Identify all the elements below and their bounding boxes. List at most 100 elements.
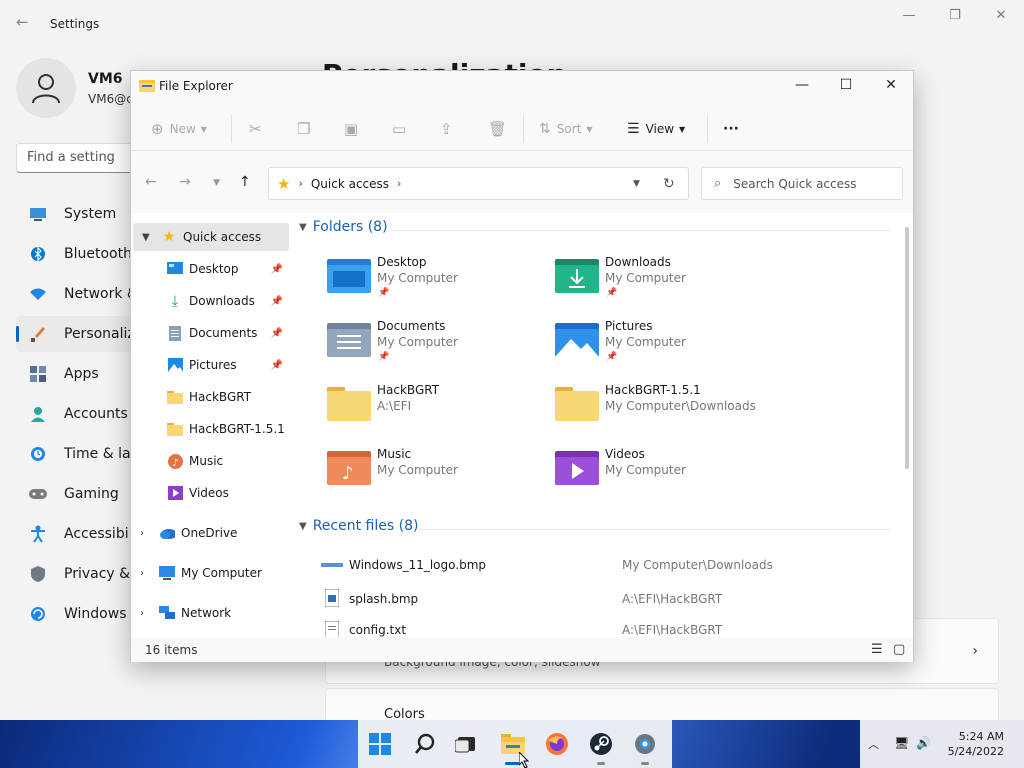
- nav-label: Accounts: [64, 406, 128, 422]
- tree-item-network[interactable]: › Network: [131, 599, 287, 627]
- share-button[interactable]: ⇪: [440, 119, 453, 139]
- recent-section-header[interactable]: ▼ Recent files (8): [299, 518, 418, 534]
- download-icon: ⤓: [171, 292, 179, 310]
- tree-item-downloads[interactable]: ⤓ Downloads 📌: [131, 287, 287, 315]
- clock-globe-icon: [28, 444, 48, 464]
- firefox-button[interactable]: [541, 728, 573, 760]
- recent-file-row[interactable]: config.txt A:\EFI\HackBGRT: [321, 619, 881, 637]
- brush-icon: [28, 324, 48, 344]
- breadcrumb[interactable]: Quick access: [311, 177, 389, 191]
- paste-button[interactable]: ▣: [344, 119, 358, 139]
- folder-icon: [327, 387, 371, 421]
- tree-item-onedrive[interactable]: › OneDrive: [131, 519, 287, 547]
- forward-arrow-icon[interactable]: →: [179, 174, 191, 190]
- folder-tile-desktop[interactable]: Desktop My Computer 📌: [327, 255, 547, 311]
- rename-button[interactable]: ▭: [392, 119, 406, 139]
- folder-tile-videos[interactable]: Videos My Computer: [555, 447, 775, 503]
- start-button[interactable]: [364, 728, 396, 760]
- pin-icon: 📌: [270, 263, 283, 275]
- settings-taskbar-button[interactable]: [629, 728, 661, 765]
- avatar[interactable]: [16, 58, 76, 118]
- chevron-right-icon[interactable]: ›: [140, 568, 144, 579]
- close-icon[interactable]: ✕: [881, 77, 901, 97]
- tree-item-hackbgrt[interactable]: HackBGRT: [131, 383, 287, 411]
- recent-locations-chevron-icon[interactable]: ▼: [213, 178, 220, 188]
- folder-tile-hackbgrt-151[interactable]: HackBGRT-1.5.1 My Computer\Downloads: [555, 383, 775, 439]
- minimize-icon[interactable]: —: [899, 8, 919, 23]
- folder-icon: [167, 389, 183, 405]
- recent-file-row[interactable]: splash.bmp A:\EFI\HackBGRT: [321, 587, 881, 611]
- search-input[interactable]: ⌕ Search Quick access: [701, 167, 903, 200]
- clock-time: 5:24 AM: [958, 730, 1004, 743]
- task-view-button[interactable]: [450, 728, 482, 760]
- clock[interactable]: 5:24 AM 5/24/2022: [948, 729, 1004, 759]
- view-button[interactable]: ☰ View ▼: [627, 119, 685, 139]
- close-icon[interactable]: ✕: [991, 8, 1011, 23]
- folder-name: HackBGRT: [377, 383, 440, 397]
- folders-section-header[interactable]: ▼ Folders (8): [299, 219, 388, 235]
- details-view-icon[interactable]: ☰: [871, 642, 883, 657]
- tree-item-music[interactable]: ♪ Music: [131, 447, 287, 475]
- network-status-icon[interactable]: 🖥: [894, 736, 909, 750]
- back-arrow-icon[interactable]: ←: [16, 13, 29, 31]
- file-name: Windows_11_logo.bmp: [349, 558, 486, 572]
- vertical-scrollbar[interactable]: [905, 227, 909, 469]
- maximize-icon[interactable]: ☐: [836, 77, 856, 97]
- settings-icon: [635, 734, 655, 754]
- chevron-right-icon[interactable]: ›: [140, 528, 144, 539]
- document-icon: [167, 325, 183, 341]
- chevron-right-icon[interactable]: ›: [140, 608, 144, 619]
- file-explorer-icon: [139, 79, 155, 96]
- content-pane: ▼ Folders (8) Desktop My Computer 📌 Down…: [291, 213, 903, 637]
- star-icon: ★: [162, 229, 176, 245]
- tree-item-pictures[interactable]: Pictures 📌: [131, 351, 287, 379]
- tree-item-desktop[interactable]: Desktop 📌: [131, 255, 287, 283]
- address-bar[interactable]: ★ › Quick access › ▼ ↻: [268, 167, 689, 200]
- chevron-down-icon: ▼: [679, 124, 686, 134]
- folder-tile-hackbgrt[interactable]: HackBGRT A:\EFI: [327, 383, 547, 439]
- folder-tile-documents[interactable]: Documents My Computer 📌: [327, 319, 547, 375]
- tree-item-documents[interactable]: Documents 📌: [131, 319, 287, 347]
- show-hidden-icons-chevron-icon[interactable]: ︿: [868, 736, 879, 752]
- delete-button[interactable]: 🗑: [488, 119, 507, 139]
- minimize-icon[interactable]: —: [792, 77, 812, 97]
- videos-folder-icon: [555, 451, 599, 485]
- apps-icon: [28, 364, 48, 384]
- more-options-button[interactable]: ···: [723, 119, 739, 139]
- rename-icon: ▭: [392, 120, 407, 138]
- chevron-down-icon[interactable]: ▼: [142, 232, 150, 243]
- title-bar[interactable]: File Explorer — ☐ ✕: [131, 71, 913, 103]
- restore-icon[interactable]: ❐: [945, 8, 965, 23]
- svg-text:♪: ♪: [342, 463, 354, 484]
- tree-item-hackbgrt-151[interactable]: HackBGRT-1.5.1: [131, 415, 287, 443]
- volume-icon[interactable]: 🔊: [916, 736, 931, 750]
- tree-item-my-computer[interactable]: › My Computer: [131, 559, 287, 587]
- chevron-down-icon: ▼: [586, 124, 593, 134]
- tree-label: Documents: [189, 326, 258, 340]
- tiles-view-icon[interactable]: ▢: [893, 642, 905, 657]
- cut-button[interactable]: ✂: [249, 119, 262, 139]
- tree-item-quick-access[interactable]: ▼ ★ Quick access: [133, 223, 289, 251]
- folder-tile-downloads[interactable]: Downloads My Computer 📌: [555, 255, 775, 311]
- start-icon: [369, 733, 391, 755]
- update-icon: [28, 604, 48, 624]
- folder-tile-music[interactable]: ♪ Music My Computer: [327, 447, 547, 503]
- copy-button[interactable]: ❐: [297, 119, 310, 139]
- recent-file-row[interactable]: Windows_11_logo.bmp My Computer\Download…: [321, 553, 881, 577]
- sort-icon: ⇅: [539, 121, 551, 137]
- user-name: VM6: [88, 71, 123, 87]
- folder-name: HackBGRT-1.5.1: [605, 383, 701, 397]
- folder-name: Desktop: [377, 255, 427, 269]
- folder-tile-pictures[interactable]: Pictures My Computer 📌: [555, 319, 775, 375]
- view-list-icon: ☰: [627, 121, 640, 137]
- new-button[interactable]: ⊕ New ▼: [151, 119, 207, 139]
- search-button[interactable]: [409, 728, 441, 760]
- tree-item-videos[interactable]: Videos: [131, 479, 287, 507]
- back-arrow-icon[interactable]: ←: [145, 174, 157, 190]
- steam-button[interactable]: [585, 728, 617, 765]
- bmp-file-icon: [324, 588, 340, 610]
- refresh-icon[interactable]: ↻: [663, 176, 675, 192]
- up-arrow-icon[interactable]: ↑: [239, 174, 251, 190]
- address-dropdown-icon[interactable]: ▼: [633, 179, 640, 189]
- sort-button[interactable]: ⇅ Sort ▼: [539, 119, 593, 139]
